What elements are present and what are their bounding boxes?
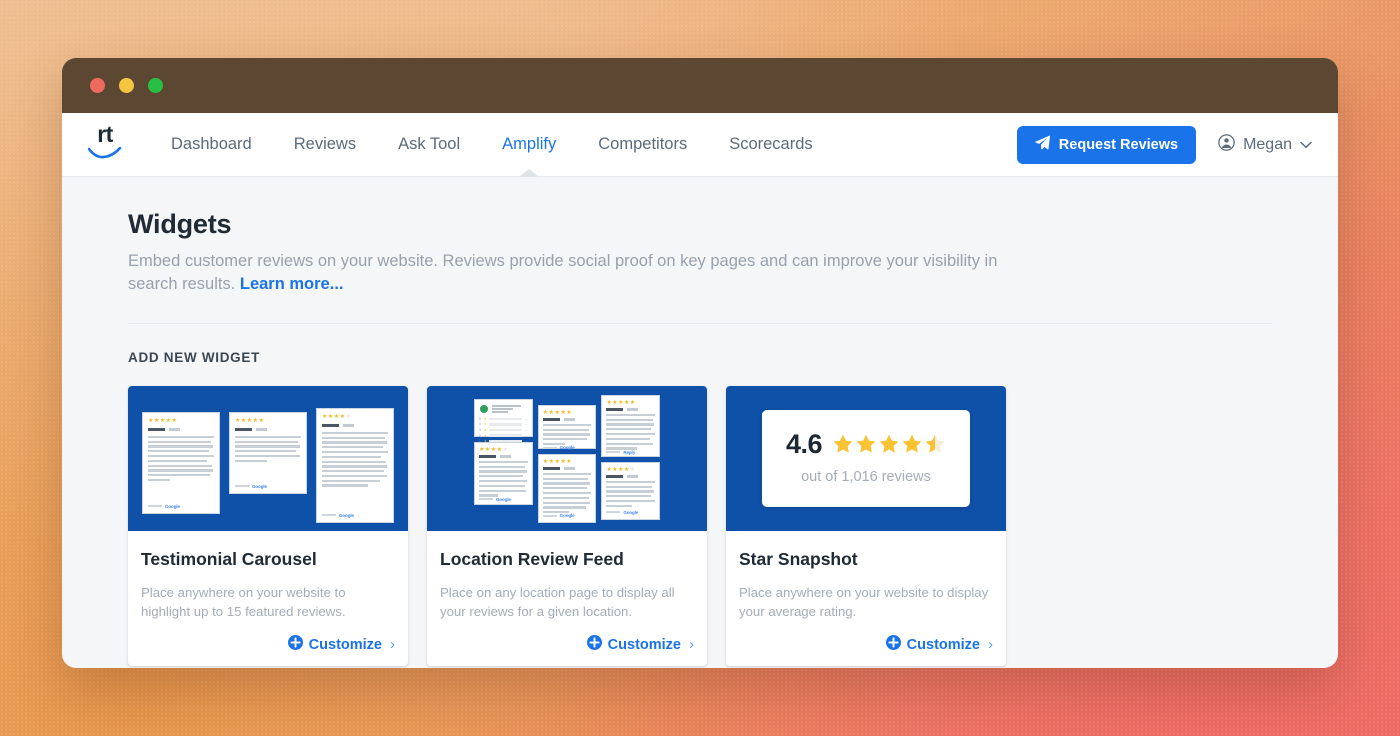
bar-label: 5 [479, 417, 482, 421]
paper-plane-icon [1035, 135, 1050, 154]
logo-swoosh-icon [88, 147, 122, 165]
preview-provider-google: Google [560, 513, 575, 518]
plus-circle-icon [587, 635, 602, 654]
preview-review-card: ★★★★★ Google [538, 454, 597, 523]
user-avatar-icon [1218, 134, 1235, 156]
customize-label: Customize [309, 637, 382, 653]
bar-label: 4 [479, 422, 482, 426]
chevron-right-icon: › [689, 636, 694, 653]
widget-card-body: Location Review Feed Place on any locati… [427, 531, 707, 666]
preview-testimonial-carousel: ★★★★★ Google [128, 386, 408, 531]
request-reviews-label: Request Reviews [1059, 137, 1178, 153]
preview-rating-summary: 5★— 4★— 3★— 2★— 1★— [474, 399, 533, 437]
preview-star-snapshot: 4.6 [726, 386, 1006, 531]
chevron-right-icon: › [988, 636, 993, 653]
maximize-window-button[interactable] [148, 78, 163, 93]
logo-text: rt [97, 124, 113, 146]
chevron-right-icon: › [390, 636, 395, 653]
preview-review-card: ★★★★★ Reply [601, 395, 660, 457]
minimize-window-button[interactable] [119, 78, 134, 93]
customize-label: Customize [907, 637, 980, 653]
customize-label: Customize [608, 637, 681, 653]
preview-review-card: ★★★★★ Google [538, 405, 597, 449]
browser-window: rt Dashboard Reviews Ask Tool Amplify Co… [62, 58, 1338, 668]
preview-rating-distribution: 5★— 4★— 3★— 2★— 1★— [479, 417, 528, 443]
widget-title: Testimonial Carousel [141, 549, 395, 570]
page-content: Widgets Embed customer reviews on your w… [62, 177, 1338, 668]
preview-star-rating [832, 433, 946, 455]
preview-business-logo-icon [479, 404, 489, 414]
preview-star-rating: ★★★★★ [235, 418, 301, 424]
half-star-icon [924, 433, 946, 455]
page-title: Widgets [128, 209, 1272, 240]
widget-card-list: ★★★★★ Google [128, 386, 1272, 666]
preview-provider-google: Google [623, 510, 638, 515]
widget-card-location-review-feed[interactable]: 5★— 4★— 3★— 2★— 1★— ★★★★★ [427, 386, 707, 666]
main-navigation: rt Dashboard Reviews Ask Tool Amplify Co… [62, 113, 1338, 177]
preview-provider-google: Google [165, 504, 180, 509]
widget-card-testimonial-carousel[interactable]: ★★★★★ Google [128, 386, 408, 666]
user-name-label: Megan [1243, 136, 1292, 154]
preview-provider-google: Google [496, 497, 511, 502]
nav-item-amplify[interactable]: Amplify [481, 113, 577, 176]
preview-review-card: ★★★★★ Google [601, 462, 660, 520]
plus-circle-icon [886, 635, 901, 654]
learn-more-link[interactable]: Learn more... [240, 275, 344, 293]
window-titlebar [62, 58, 1338, 113]
widget-title: Star Snapshot [739, 549, 993, 570]
add-new-widget-label: ADD NEW WIDGET [128, 350, 1272, 365]
widget-card-body: Testimonial Carousel Place anywhere on y… [128, 531, 408, 666]
page-description: Embed customer reviews on your website. … [128, 250, 1018, 297]
widget-card-star-snapshot[interactable]: 4.6 [726, 386, 1006, 666]
customize-link-location-review-feed[interactable]: Customize › [440, 635, 694, 654]
preview-provider-google: Google [252, 484, 267, 489]
widget-description: Place on any location page to display al… [440, 583, 694, 621]
preview-star-rating: ★★★★★ [148, 418, 214, 424]
nav-item-competitors[interactable]: Competitors [577, 113, 708, 176]
preview-snapshot-box: 4.6 [762, 410, 970, 507]
close-window-button[interactable] [90, 78, 105, 93]
preview-location-review-feed: 5★— 4★— 3★— 2★— 1★— ★★★★★ [427, 386, 707, 531]
widget-card-body: Star Snapshot Place anywhere on your web… [726, 531, 1006, 666]
widget-description: Place anywhere on your website to displa… [739, 583, 993, 621]
preview-review-card: ★★★★★ Google [142, 412, 220, 514]
nav-links: Dashboard Reviews Ask Tool Amplify Compe… [150, 113, 834, 176]
preview-star-rating: ★★★★★ [322, 414, 388, 420]
preview-review-card: ★★★★★ Google [229, 412, 307, 494]
nav-right-group: Request Reviews Megan [1017, 126, 1312, 164]
bar-label: 2 [479, 434, 482, 438]
preview-review-card: ★★★★★ Google [316, 408, 394, 523]
nav-item-scorecards[interactable]: Scorecards [708, 113, 833, 176]
customize-link-star-snapshot[interactable]: Customize › [739, 635, 993, 654]
section-divider [128, 323, 1272, 324]
preview-average-score: 4.6 [786, 429, 822, 460]
plus-circle-icon [288, 635, 303, 654]
preview-review-count: out of 1,016 reviews [786, 469, 946, 485]
preview-review-card: ★★★★★ Google [474, 442, 533, 505]
nav-item-reviews[interactable]: Reviews [273, 113, 377, 176]
bar-label: 3 [479, 428, 482, 432]
chevron-down-icon [1300, 136, 1312, 154]
preview-provider-google: Google [560, 445, 575, 450]
widget-title: Location Review Feed [440, 549, 694, 570]
app-logo[interactable]: rt [82, 122, 128, 168]
nav-item-ask-tool[interactable]: Ask Tool [377, 113, 481, 176]
request-reviews-button[interactable]: Request Reviews [1017, 126, 1196, 164]
user-menu[interactable]: Megan [1218, 134, 1312, 156]
customize-link-testimonial-carousel[interactable]: Customize › [141, 635, 395, 654]
nav-item-dashboard[interactable]: Dashboard [150, 113, 273, 176]
preview-provider-google: Google [339, 513, 354, 518]
widget-description: Place anywhere on your website to highli… [141, 583, 395, 621]
